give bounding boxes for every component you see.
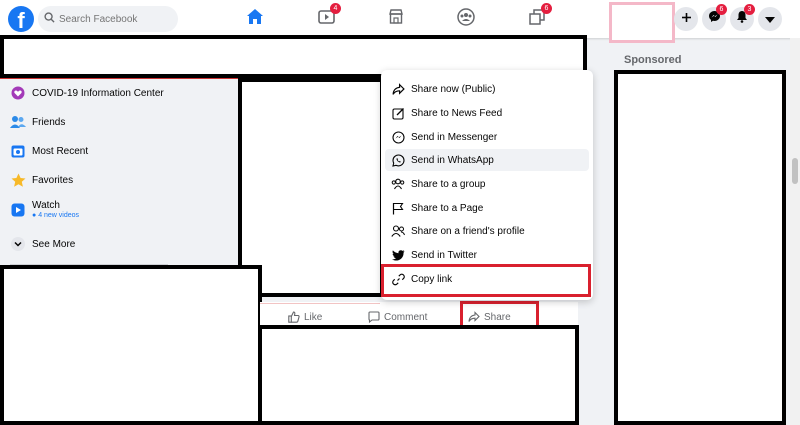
share-item-label: Share to a group	[411, 178, 486, 190]
friends-icon	[10, 114, 26, 130]
comment-button[interactable]: Comment	[368, 311, 427, 323]
sidebar-item-label: Friends	[32, 116, 66, 128]
share-item-label: Send in WhatsApp	[411, 154, 494, 166]
like-button[interactable]: Like	[288, 311, 322, 323]
nav-watch[interactable]: 4	[312, 3, 341, 32]
groups-icon	[457, 7, 475, 31]
caret-down-icon	[765, 10, 775, 28]
like-label: Like	[304, 311, 323, 323]
comment-label: Comment	[384, 311, 428, 323]
watch-subtext: 4 new videos	[38, 212, 80, 219]
nav-marketplace[interactable]	[382, 6, 410, 32]
most-recent-icon	[10, 143, 26, 159]
redacted-next-post	[258, 325, 579, 425]
share-item-label: Send in Messenger	[411, 131, 498, 143]
search-input[interactable]	[59, 13, 169, 25]
sidebar-item-most-recent[interactable]: Most Recent	[10, 143, 88, 159]
copy-link-highlight	[381, 264, 591, 297]
covid-heart-icon	[10, 85, 26, 101]
logo-letter: f	[17, 8, 25, 32]
sidebar-item-favorites[interactable]: Favorites	[10, 172, 73, 188]
notifications-button[interactable]: 3	[730, 4, 755, 31]
nav-gaming[interactable]: 6	[523, 3, 552, 32]
post-divider	[260, 303, 380, 304]
share-item-label: Share now (Public)	[411, 83, 496, 95]
group-icon	[391, 177, 405, 191]
sponsored-heading: Sponsored	[624, 54, 682, 66]
search-box[interactable]	[38, 6, 178, 32]
account-menu-button[interactable]	[758, 7, 782, 31]
thumbs-up-icon	[288, 311, 300, 323]
create-button[interactable]	[674, 7, 698, 31]
twitter-icon	[391, 248, 405, 262]
facebook-logo[interactable]: f	[8, 6, 34, 32]
notifications-badge: 3	[744, 4, 755, 15]
search-icon	[44, 10, 55, 28]
send-in-twitter[interactable]: Send in Twitter	[385, 244, 589, 266]
sidebar-item-watch[interactable]: Watch ● 4 new videos	[10, 200, 79, 219]
left-sidebar: COVID-19 Information Center Friends Most…	[0, 78, 240, 268]
share-to-news-feed[interactable]: Share to News Feed	[385, 102, 589, 124]
page-scrollbar[interactable]	[790, 38, 800, 425]
groups-badge: 6	[541, 3, 552, 14]
profile-button[interactable]	[609, 2, 675, 43]
watch-icon	[10, 202, 26, 218]
marketplace-icon	[388, 9, 404, 29]
redacted-sponsored-ad	[614, 70, 786, 425]
sidebar-item-label: COVID-19 Information Center	[32, 87, 164, 99]
scrollbar-thumb[interactable]	[792, 158, 798, 184]
top-navigation-bar: f 4 6	[0, 0, 800, 43]
share-item-label: Send in Twitter	[411, 249, 477, 261]
share-arrow-icon	[391, 82, 405, 96]
chevron-down-icon	[10, 236, 26, 252]
comment-icon	[368, 311, 380, 323]
share-on-friends-profile[interactable]: Share on a friend's profile	[385, 220, 589, 242]
sidebar-item-friends[interactable]: Friends	[10, 114, 65, 130]
messenger-icon	[391, 130, 405, 144]
nav-home[interactable]	[241, 6, 269, 32]
plus-icon	[681, 10, 692, 28]
friend-profile-icon	[391, 224, 405, 238]
watch-badge: 4	[330, 3, 341, 14]
sidebar-item-label: Watch	[32, 200, 60, 211]
messenger-badge: 6	[716, 4, 727, 15]
redacted-left-area	[0, 265, 262, 425]
send-in-whatsapp[interactable]: Send in WhatsApp	[385, 149, 589, 171]
home-icon	[246, 8, 264, 30]
messenger-button[interactable]: 6	[702, 4, 727, 31]
sidebar-item-see-more[interactable]: See More	[10, 236, 75, 252]
send-in-messenger[interactable]: Send in Messenger	[385, 126, 589, 148]
whatsapp-icon	[391, 153, 405, 167]
flag-icon	[391, 201, 405, 215]
sidebar-item-label: Favorites	[32, 174, 74, 186]
sidebar-item-label: Most Recent	[32, 145, 89, 157]
share-to-group[interactable]: Share to a group	[385, 173, 589, 195]
watch-new-videos: ● 4 new videos	[32, 212, 80, 219]
edit-icon	[391, 106, 405, 120]
share-item-label: Share to News Feed	[411, 107, 503, 119]
share-to-page[interactable]: Share to a Page	[385, 197, 589, 219]
share-item-label: Share to a Page	[411, 202, 484, 214]
share-now-public[interactable]: Share now (Public)	[385, 78, 589, 100]
nav-groups[interactable]	[452, 6, 480, 32]
sidebar-item-covid[interactable]: COVID-19 Information Center	[10, 85, 164, 101]
share-item-label: Share on a friend's profile	[411, 225, 525, 237]
sidebar-item-label: See More	[32, 238, 76, 250]
star-icon	[10, 172, 26, 188]
